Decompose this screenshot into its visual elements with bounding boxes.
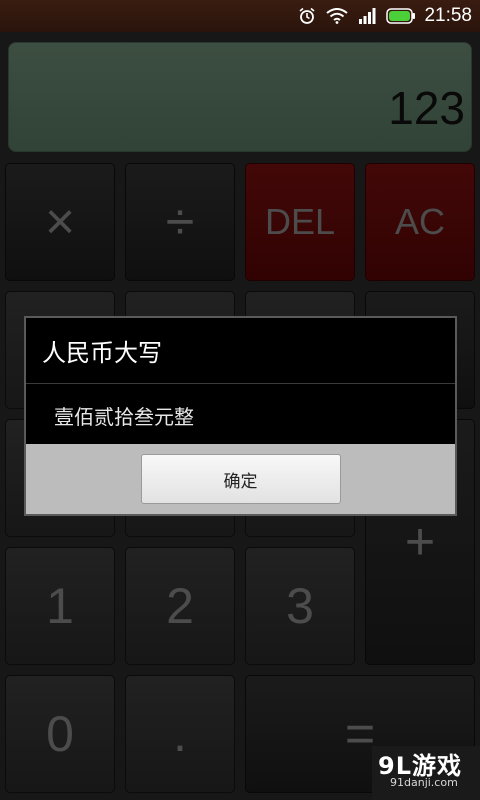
- wifi-icon: [326, 7, 349, 25]
- watermark-logo: 9L游戏 91danji.com: [372, 746, 480, 800]
- dialog-title: 人民币大写: [26, 318, 455, 384]
- alarm-icon: [296, 7, 318, 25]
- watermark-url: 91danji.com: [390, 776, 458, 789]
- conversion-dialog: 人民币大写 壹佰贰拾叁元整 确定: [24, 316, 457, 516]
- confirm-button[interactable]: 确定: [140, 454, 341, 504]
- signal-icon: [356, 7, 378, 25]
- dialog-message: 壹佰贰拾叁元整: [54, 404, 194, 429]
- dialog-footer: 确定: [26, 444, 455, 514]
- status-bar: 21:58: [0, 0, 480, 32]
- status-time: 21:58: [424, 5, 472, 26]
- battery-icon: [386, 7, 416, 25]
